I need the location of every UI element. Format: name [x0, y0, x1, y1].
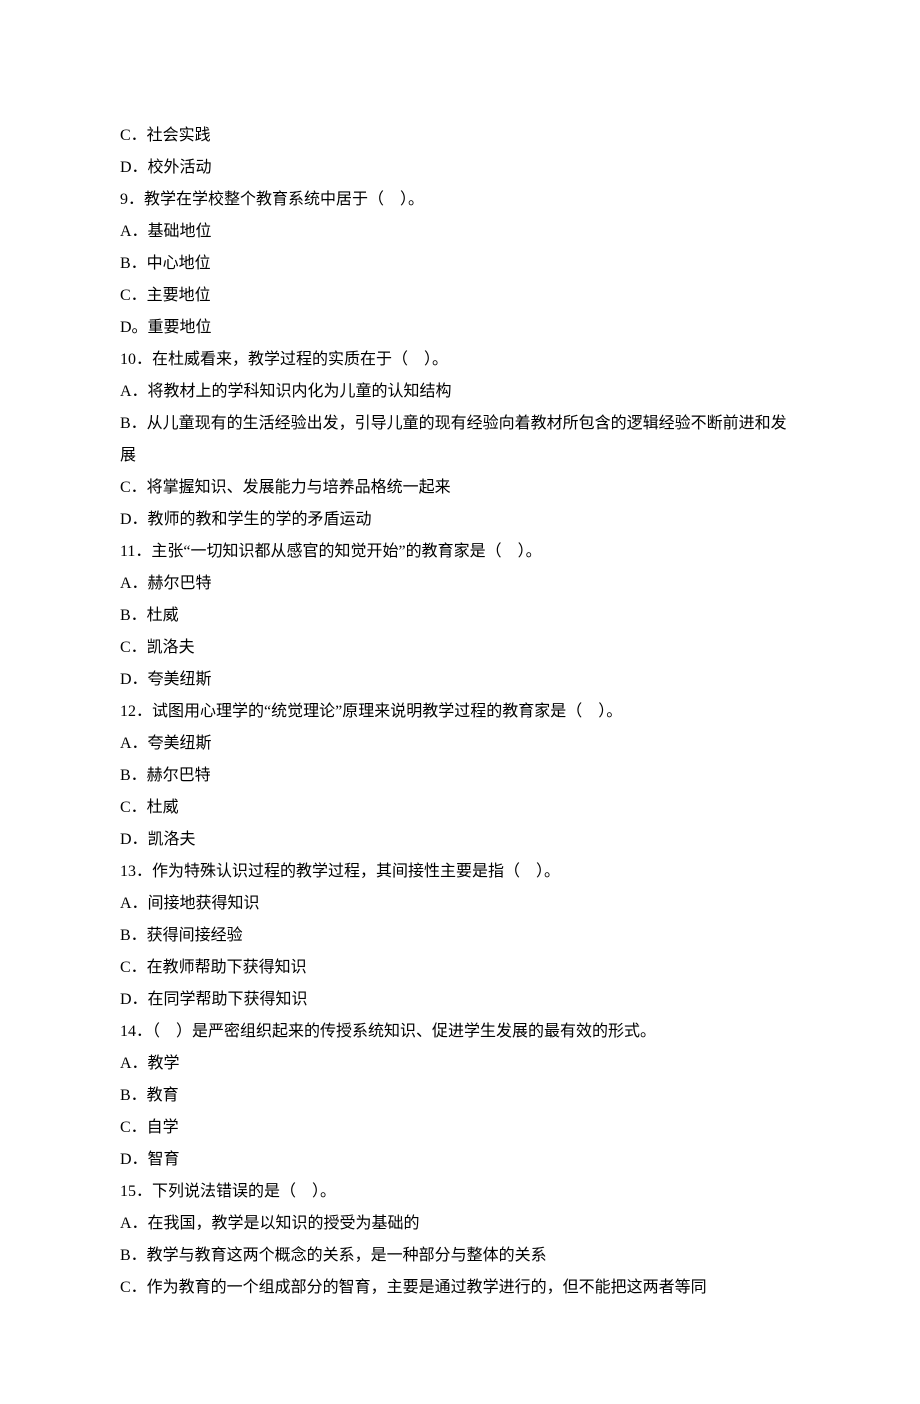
question-10: 10．在杜威看来，教学过程的实质在于（ ）。 — [120, 344, 800, 376]
option-d: D．教师的教和学生的学的矛盾运动 — [120, 504, 800, 536]
option-c: C．作为教育的一个组成部分的智育，主要是通过教学进行的，但不能把这两者等同 — [120, 1272, 800, 1304]
option-a: A．教学 — [120, 1048, 800, 1080]
option-b: B．中心地位 — [120, 248, 800, 280]
option-d: D。重要地位 — [120, 312, 800, 344]
option-c: C．主要地位 — [120, 280, 800, 312]
question-14: 14．（ ）是严密组织起来的传授系统知识、促进学生发展的最有效的形式。 — [120, 1016, 800, 1048]
option-b: B．杜威 — [120, 600, 800, 632]
option-a: A．赫尔巴特 — [120, 568, 800, 600]
question-9: 9．教学在学校整个教育系统中居于（ ）。 — [120, 184, 800, 216]
option-c: C．社会实践 — [120, 120, 800, 152]
option-b: B．获得间接经验 — [120, 920, 800, 952]
option-a: A．在我国，教学是以知识的授受为基础的 — [120, 1208, 800, 1240]
question-11: 11．主张“一切知识都从感官的知觉开始”的教育家是（ ）。 — [120, 536, 800, 568]
option-d: D．凯洛夫 — [120, 824, 800, 856]
option-b: B．从儿童现有的生活经验出发，引导儿童的现有经验向着教材所包含的逻辑经验不断前进… — [120, 408, 800, 472]
option-d: D．智育 — [120, 1144, 800, 1176]
option-a: A．间接地获得知识 — [120, 888, 800, 920]
option-b: B．赫尔巴特 — [120, 760, 800, 792]
option-c: C．将掌握知识、发展能力与培养品格统一起来 — [120, 472, 800, 504]
option-d: D．夸美纽斯 — [120, 664, 800, 696]
question-15: 15．下列说法错误的是（ ）。 — [120, 1176, 800, 1208]
question-12: 12．试图用心理学的“统觉理论”原理来说明教学过程的教育家是（ ）。 — [120, 696, 800, 728]
option-b: B．教学与教育这两个概念的关系，是一种部分与整体的关系 — [120, 1240, 800, 1272]
option-c: C．杜威 — [120, 792, 800, 824]
option-d: D．在同学帮助下获得知识 — [120, 984, 800, 1016]
option-b: B．教育 — [120, 1080, 800, 1112]
question-13: 13．作为特殊认识过程的教学过程，其间接性主要是指（ ）。 — [120, 856, 800, 888]
option-a: A．基础地位 — [120, 216, 800, 248]
option-c: C．凯洛夫 — [120, 632, 800, 664]
option-c: C．在教师帮助下获得知识 — [120, 952, 800, 984]
document-page: C．社会实践 D．校外活动 9．教学在学校整个教育系统中居于（ ）。 A．基础地… — [0, 0, 920, 1404]
option-c: C．自学 — [120, 1112, 800, 1144]
option-a: A．将教材上的学科知识内化为儿童的认知结构 — [120, 376, 800, 408]
option-a: A．夸美纽斯 — [120, 728, 800, 760]
option-d: D．校外活动 — [120, 152, 800, 184]
